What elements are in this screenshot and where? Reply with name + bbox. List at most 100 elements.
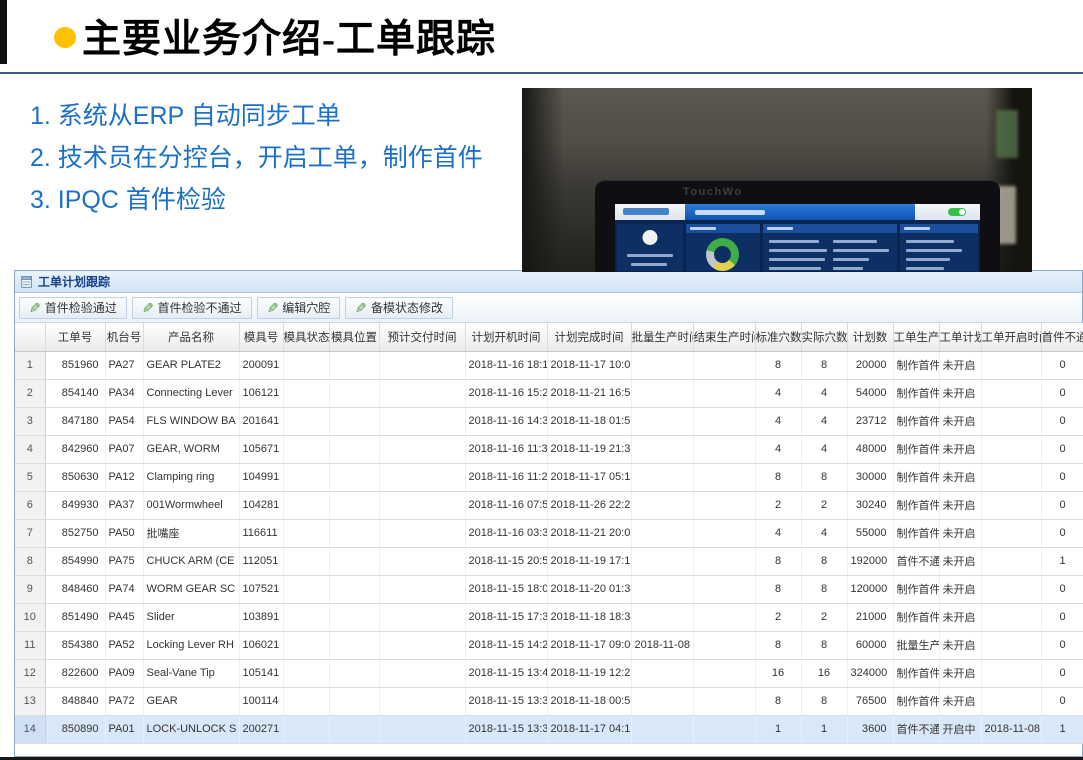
column-header[interactable]: 机台号	[105, 323, 143, 351]
table-cell: 2018-11-15 13:38	[465, 687, 547, 715]
column-header[interactable]: 工单号	[45, 323, 105, 351]
table-cell	[693, 491, 755, 519]
table-cell	[981, 463, 1041, 491]
table-cell: 16	[755, 659, 801, 687]
table-cell	[693, 547, 755, 575]
table-row[interactable]: 3847180PA54FLS WINDOW BA2016412018-11-16…	[15, 407, 1083, 435]
table-cell: 制作首件	[893, 519, 939, 547]
table-cell: 0	[1041, 659, 1083, 687]
toolbar-button[interactable]: ✎备模状态修改	[345, 297, 453, 319]
table-cell: 849930	[45, 491, 105, 519]
table-cell: 8	[755, 463, 801, 491]
table-cell: WORM GEAR SC	[143, 575, 239, 603]
toolbar-button[interactable]: ✎首件检验不通过	[132, 297, 252, 319]
table-cell	[379, 407, 465, 435]
table-cell: PA27	[105, 351, 143, 379]
table-row[interactable]: 12822600PA09Seal-Vane Tip1051412018-11-1…	[15, 659, 1083, 687]
table-row[interactable]: 9848460PA74WORM GEAR SC1075212018-11-15 …	[15, 575, 1083, 603]
table-cell	[981, 379, 1041, 407]
screen-panel-workorder	[763, 224, 897, 271]
screen-donut-chart	[706, 238, 739, 271]
table-cell	[283, 547, 329, 575]
table-cell	[631, 519, 693, 547]
column-header[interactable]: 实际穴数	[801, 323, 847, 351]
column-header[interactable]: 模具位置	[329, 323, 379, 351]
table-cell: 制作首件	[893, 435, 939, 463]
table-cell	[283, 435, 329, 463]
table-row[interactable]: 7852750PA50批嘴座1166112018-11-16 03:362018…	[15, 519, 1083, 547]
table-cell: 未开启	[939, 351, 981, 379]
table-cell: 8	[755, 351, 801, 379]
grid-document-icon	[20, 275, 34, 289]
toolbar-button-label: 编辑穴腔	[282, 299, 330, 316]
table-row[interactable]: 6849930PA37001Wormwheel1042812018-11-16 …	[15, 491, 1083, 519]
table-row[interactable]: 13848840PA72GEAR1001142018-11-15 13:3820…	[15, 687, 1083, 715]
table-cell: 103891	[239, 603, 283, 631]
column-header[interactable]: 标准穴数	[755, 323, 801, 351]
table-cell	[283, 687, 329, 715]
column-header[interactable]: 预计交付时间	[379, 323, 465, 351]
table-cell	[981, 519, 1041, 547]
table-cell: 4	[755, 407, 801, 435]
table-cell	[981, 603, 1041, 631]
table-cell	[283, 575, 329, 603]
table-row[interactable]: 11854380PA52Locking Lever RH1060212018-1…	[15, 631, 1083, 659]
column-header[interactable]: 模具号	[239, 323, 283, 351]
table-cell	[631, 603, 693, 631]
table-row[interactable]: 2854140PA34Connecting Lever1061212018-11…	[15, 379, 1083, 407]
slide: 主要业务介绍-工单跟踪 1. 系统从ERP 自动同步工单2. 技术员在分控台，开…	[0, 0, 1083, 760]
column-header[interactable]: 首件不通	[1041, 323, 1083, 351]
table-row[interactable]: 4842960PA07GEAR, WORM1056712018-11-16 11…	[15, 435, 1083, 463]
table-row[interactable]: 5850630PA12Clamping ring1049912018-11-16…	[15, 463, 1083, 491]
table-cell: 48000	[847, 435, 893, 463]
table-cell	[329, 519, 379, 547]
column-header[interactable]: 工单开启时间	[981, 323, 1041, 351]
table-cell	[981, 659, 1041, 687]
toolbar-button[interactable]: ✎首件检验通过	[19, 297, 127, 319]
column-header[interactable]: 计划数	[847, 323, 893, 351]
table-cell: 850890	[45, 715, 105, 743]
column-header[interactable]: 模具状态	[283, 323, 329, 351]
table-cell: 未开启	[939, 463, 981, 491]
table-cell: 201641	[239, 407, 283, 435]
table-cell: 8	[801, 575, 847, 603]
table-row[interactable]: 10851490PA45Slider1038912018-11-15 17:33…	[15, 603, 1083, 631]
table-cell: 4	[755, 519, 801, 547]
table-cell: 001Wormwheel	[143, 491, 239, 519]
table-cell: 4	[801, 379, 847, 407]
table-cell: 854990	[45, 547, 105, 575]
toolbar-button[interactable]: ✎编辑穴腔	[257, 297, 341, 319]
table-cell: 制作首件	[893, 491, 939, 519]
table-cell	[283, 715, 329, 743]
column-header[interactable]: 工单计划状	[939, 323, 981, 351]
table-cell: 未开启	[939, 379, 981, 407]
table-cell	[693, 463, 755, 491]
table-cell: 8	[801, 547, 847, 575]
table-cell: 2018-11-17 05:17	[547, 463, 631, 491]
column-header[interactable]: 工单生产进	[893, 323, 939, 351]
table-cell: 批量生产	[893, 631, 939, 659]
row-number-cell: 6	[15, 491, 45, 519]
column-header[interactable]: 结束生产时间	[693, 323, 755, 351]
column-header[interactable]: 计划完成时间	[547, 323, 631, 351]
row-number-cell: 8	[15, 547, 45, 575]
column-header[interactable]: 计划开机时间	[465, 323, 547, 351]
column-header[interactable]	[15, 323, 45, 351]
table-row[interactable]: 8854990PA75CHUCK ARM (CE1120512018-11-15…	[15, 547, 1083, 575]
column-header[interactable]: 产品名称	[143, 323, 239, 351]
pencil-icon: ✎	[355, 301, 367, 315]
table-cell: 851960	[45, 351, 105, 379]
table-row[interactable]: 1851960PA27GEAR PLATE22000912018-11-16 1…	[15, 351, 1083, 379]
column-header[interactable]: 批量生产时间	[631, 323, 693, 351]
table-cell: 2018-11-21 16:51	[547, 379, 631, 407]
table-cell	[981, 631, 1041, 659]
table-cell: 未开启	[939, 631, 981, 659]
table-cell: PA45	[105, 603, 143, 631]
touch-monitor: TouchWo	[595, 180, 1000, 272]
table-cell	[981, 575, 1041, 603]
table-cell: 0	[1041, 631, 1083, 659]
table-cell: 4	[801, 519, 847, 547]
table-cell: 2018-11-16 11:31:	[465, 435, 547, 463]
table-row[interactable]: 14850890PA01LOCK-UNLOCK S2002712018-11-1…	[15, 715, 1083, 743]
table-cell: PA52	[105, 631, 143, 659]
